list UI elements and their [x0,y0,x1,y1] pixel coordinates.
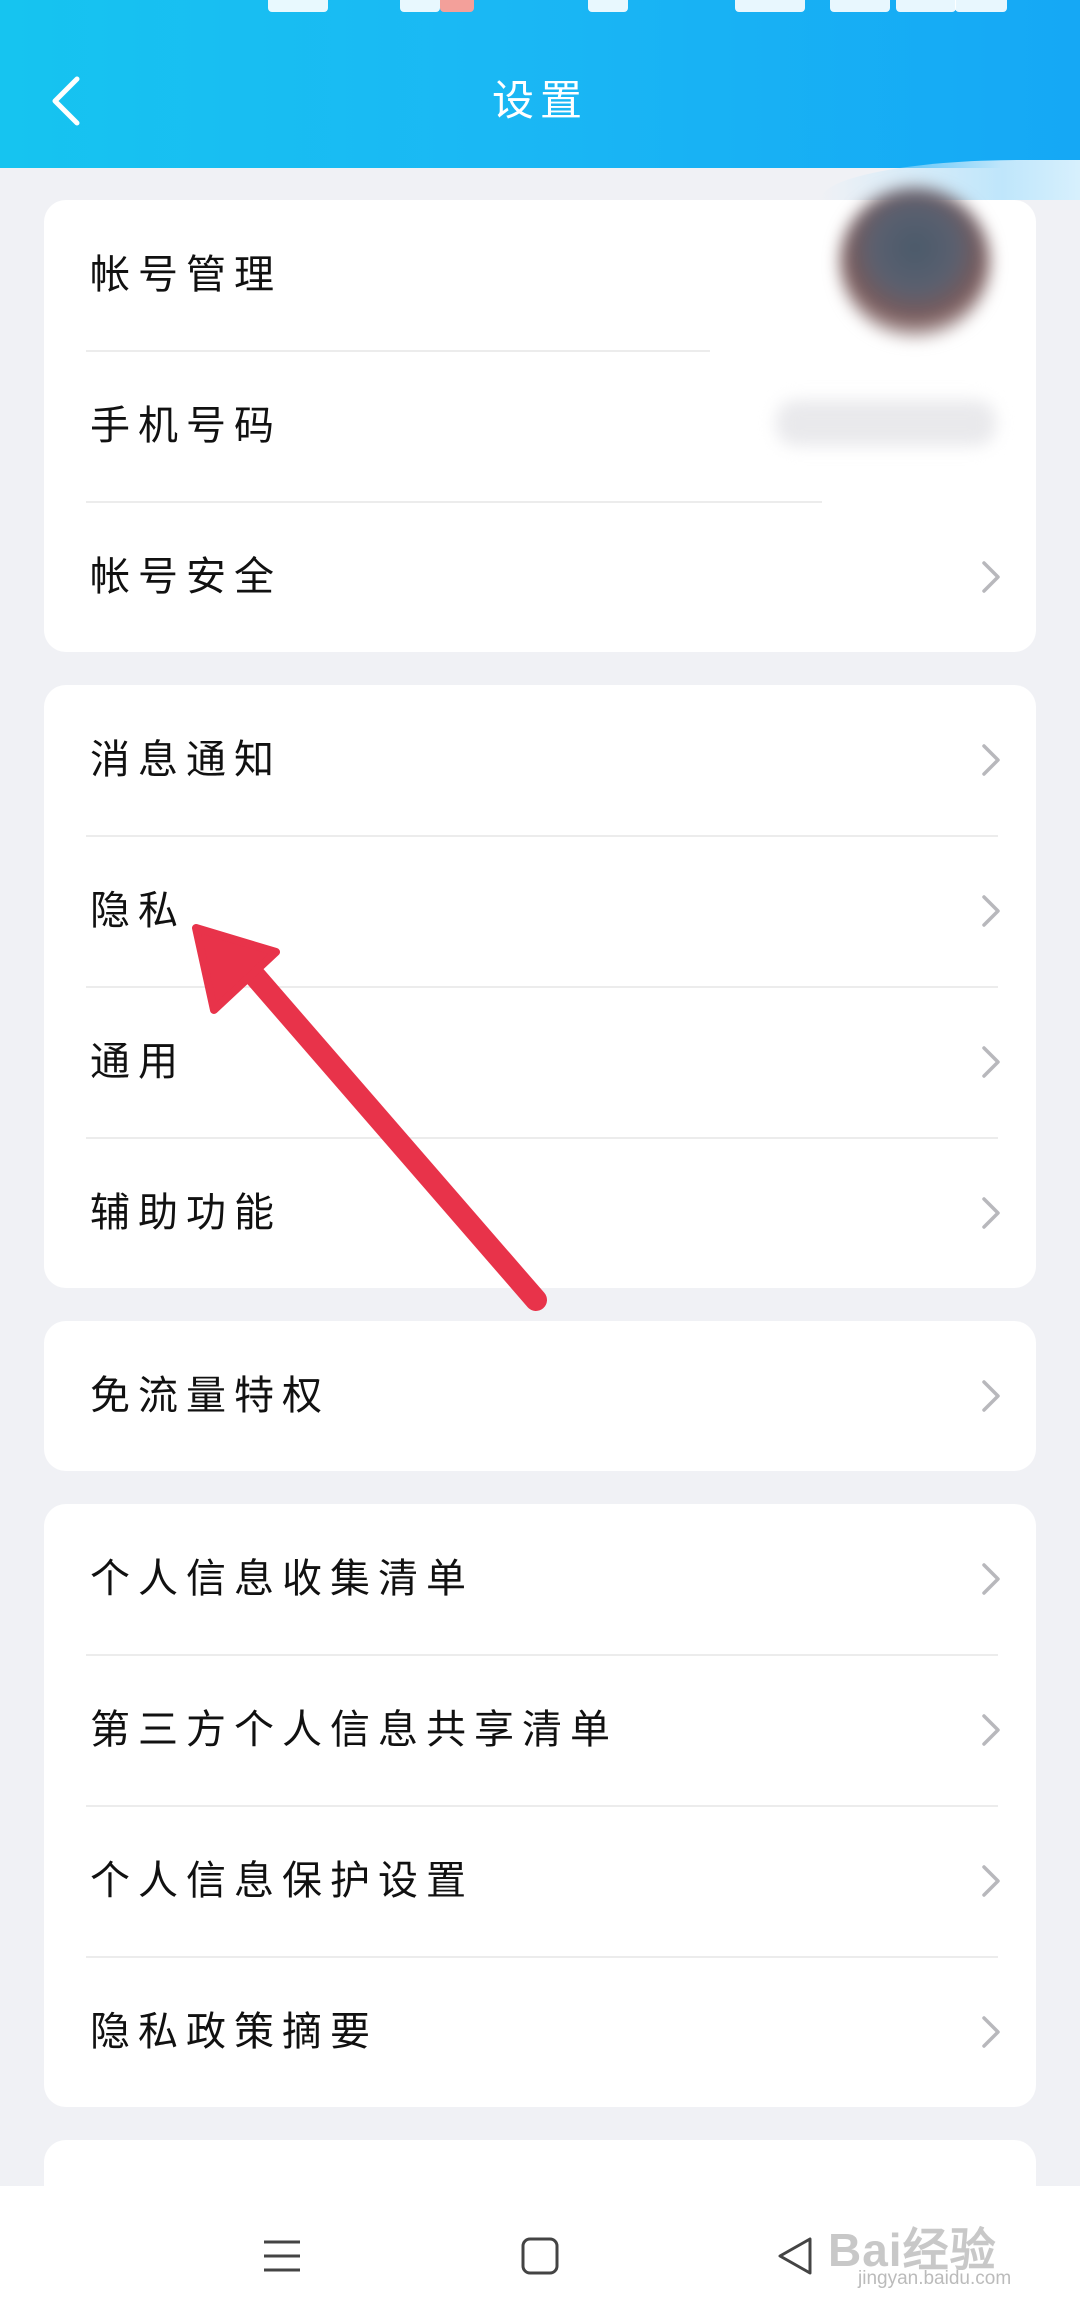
phone-number-value [776,400,996,446]
chevron-right-icon [982,561,1000,593]
chevron-right-icon [982,1046,1000,1078]
back-triangle-icon [778,2237,812,2275]
settings-item-label: 个人信息保护设置 [90,1858,474,1904]
nav-back-button[interactable] [756,2216,836,2296]
settings-item-label: 隐私政策摘要 [90,2009,378,2055]
settings-item-label: 免流量特权 [90,1373,330,1419]
settings-group-personal-info: 个人信息收集清单 第三方个人信息共享清单 个人信息保护设置 隐私政策摘要 [44,1504,1036,2107]
chevron-right-icon [982,1714,1000,1746]
settings-item-privacy-policy-summary[interactable]: 隐私政策摘要 [44,1957,1036,2107]
settings-item-free-data[interactable]: 免流量特权 [44,1321,1036,1471]
system-nav-bar [0,2186,1080,2321]
settings-item-account-security[interactable]: 帐号安全 [44,502,1036,652]
chevron-right-icon [982,895,1000,927]
settings-item-label: 消息通知 [90,737,282,783]
settings-item-label: 手机号码 [90,403,282,449]
settings-item-privacy[interactable]: 隐私 [44,836,1036,986]
chevron-right-icon [982,1380,1000,1412]
settings-item-accessibility[interactable]: 辅助功能 [44,1138,1036,1288]
settings-item-label: 第三方个人信息共享清单 [90,1707,618,1753]
chevron-right-icon [982,1865,1000,1897]
settings-group-general: 消息通知 隐私 通用 辅助功能 [44,685,1036,1288]
nav-menu-button[interactable] [242,2216,322,2296]
settings-item-info-collection-list[interactable]: 个人信息收集清单 [44,1504,1036,1654]
settings-item-label: 帐号安全 [90,554,282,600]
settings-item-general[interactable]: 通用 [44,987,1036,1137]
settings-item-label: 帐号管理 [90,252,282,298]
chevron-right-icon [982,744,1000,776]
settings-item-third-party-sharing-list[interactable]: 第三方个人信息共享清单 [44,1655,1036,1805]
chevron-right-icon [982,1197,1000,1229]
settings-item-label: 通用 [90,1039,186,1085]
menu-icon [264,2240,300,2272]
chevron-right-icon [982,1563,1000,1595]
avatar [840,188,990,338]
settings-item-label: 个人信息收集清单 [90,1556,474,1602]
settings-group-data: 免流量特权 [44,1321,1036,1471]
page-title: 设置 [491,76,588,125]
chevron-right-icon [982,2016,1000,2048]
settings-item-info-protection[interactable]: 个人信息保护设置 [44,1806,1036,1956]
home-square-icon [521,2237,559,2275]
header-bar: 设置 [0,0,1080,168]
settings-item-label: 隐私 [90,888,186,934]
settings-item-notifications[interactable]: 消息通知 [44,685,1036,835]
settings-item-label: 辅助功能 [90,1190,282,1236]
status-bar [0,0,1080,18]
nav-home-button[interactable] [500,2216,580,2296]
